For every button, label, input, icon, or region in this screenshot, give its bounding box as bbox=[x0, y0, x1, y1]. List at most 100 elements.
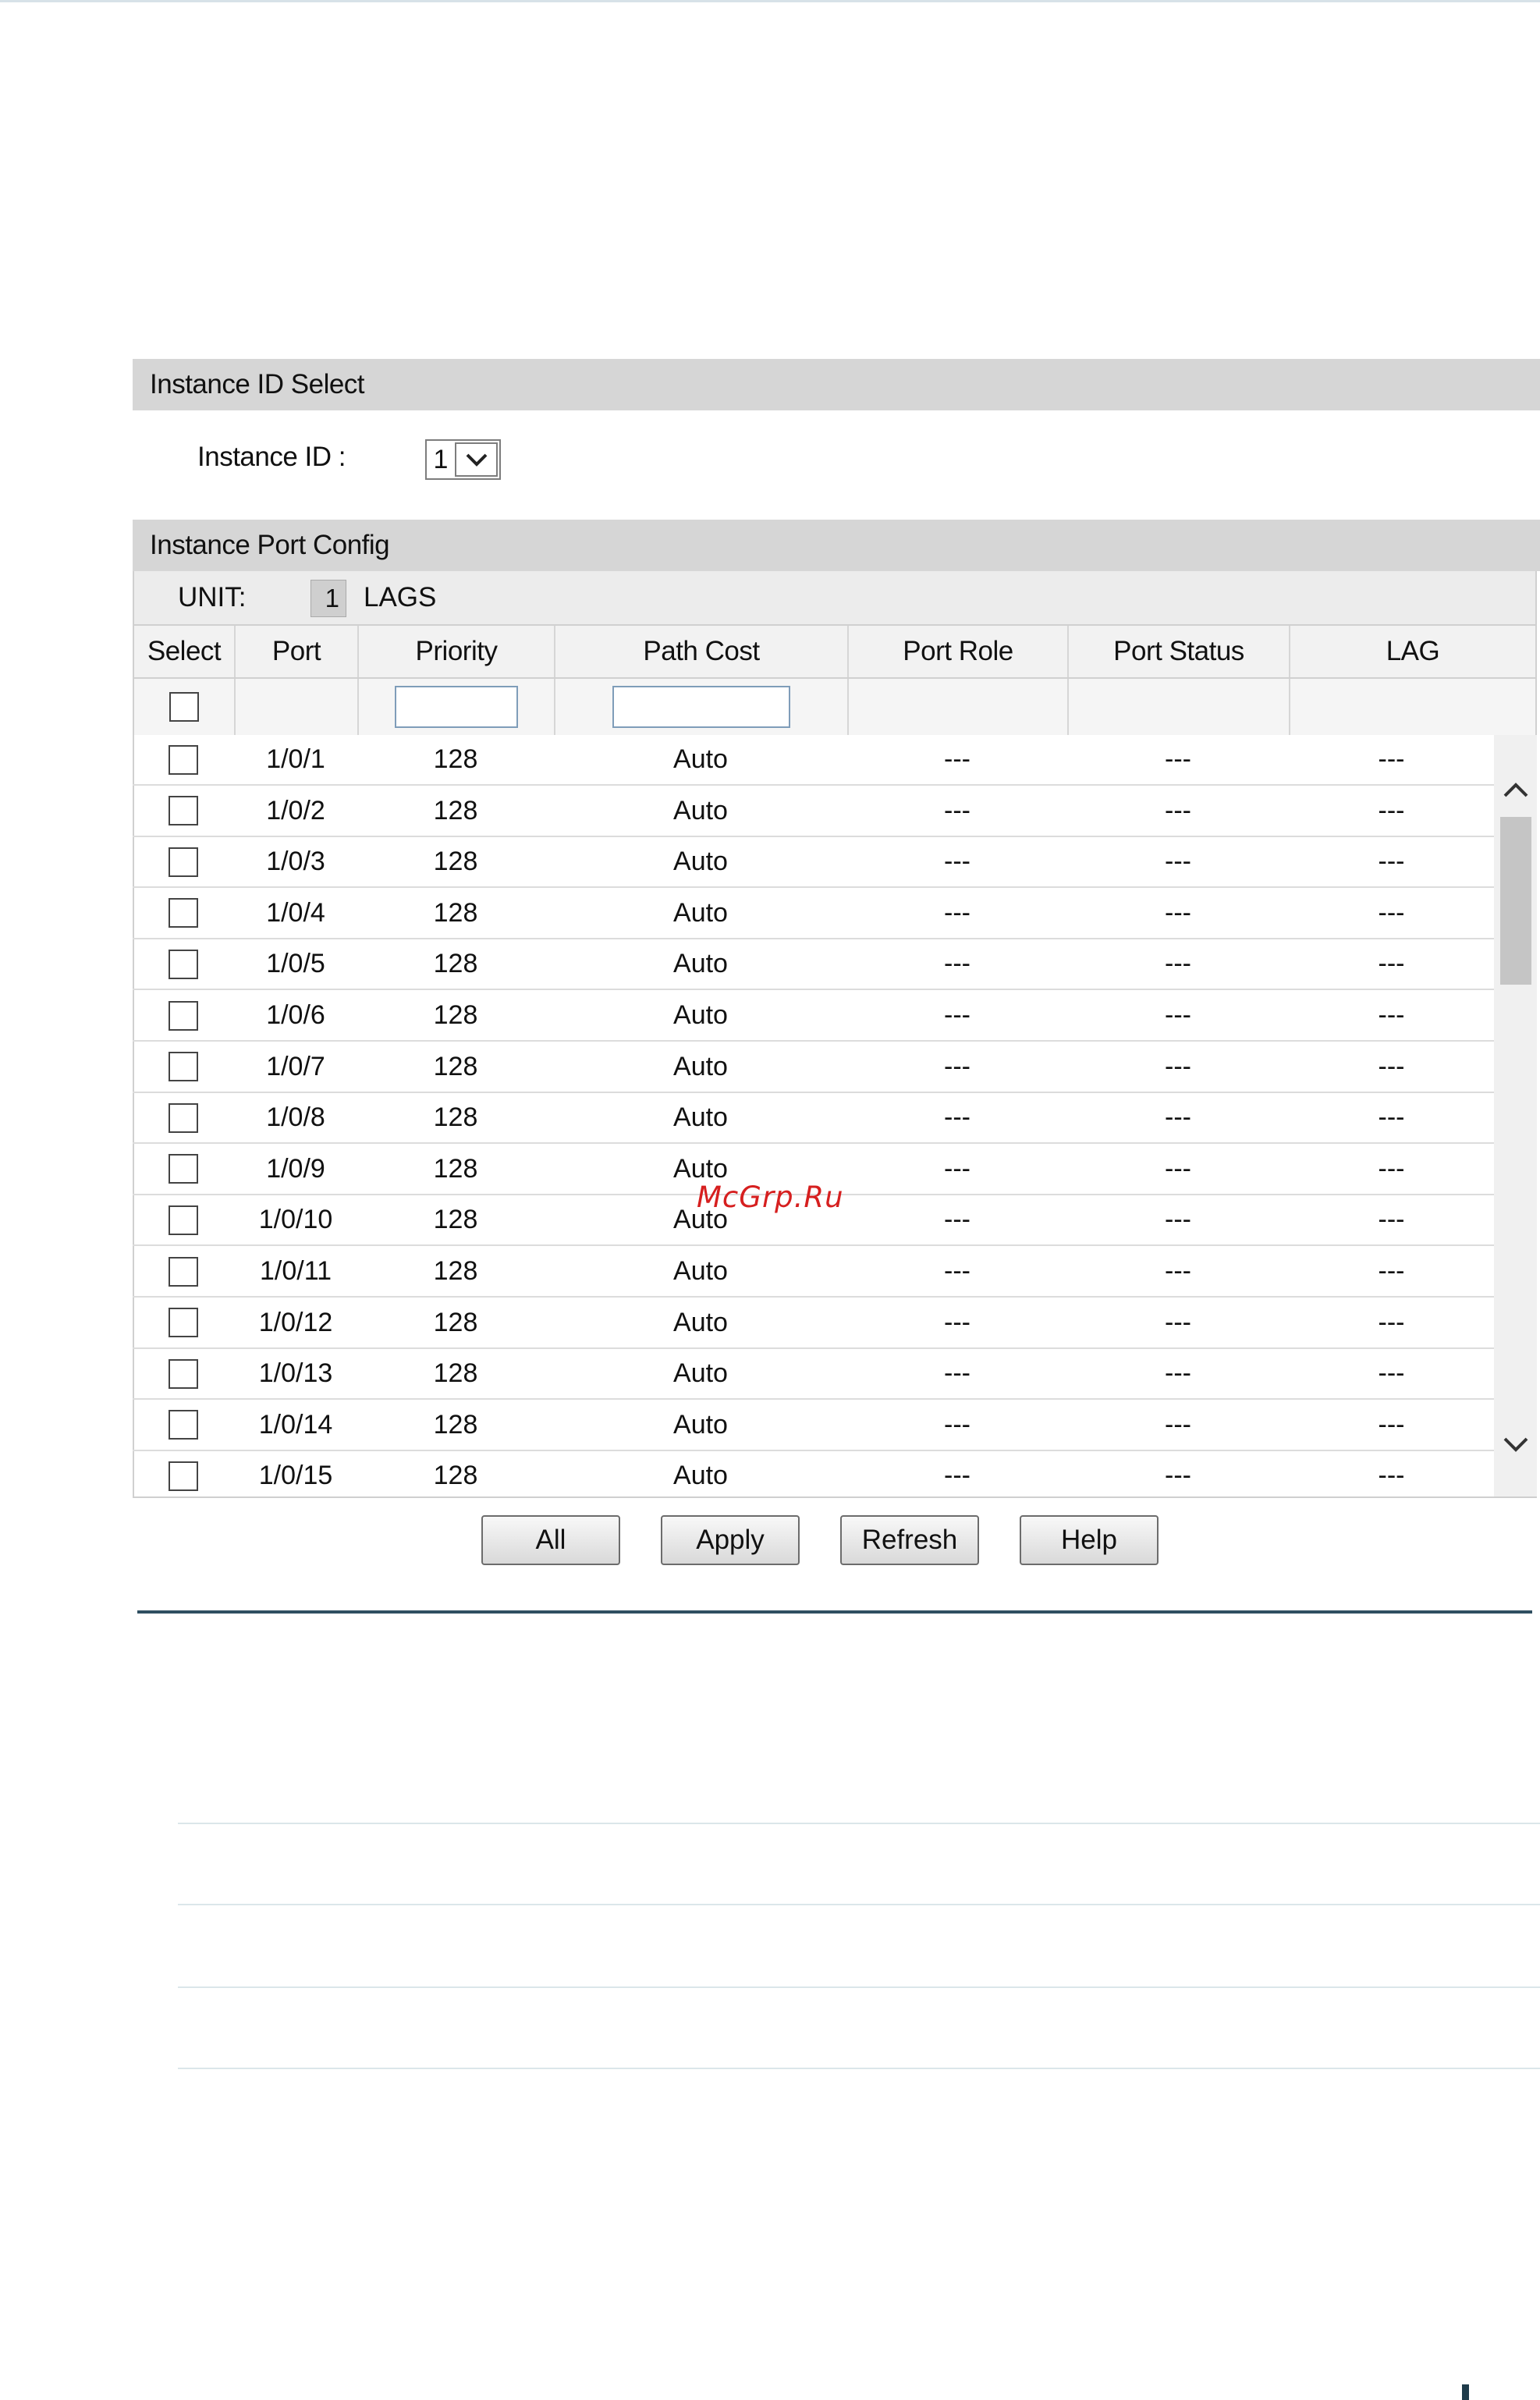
table-rule bbox=[178, 2068, 1540, 2069]
row-checkbox[interactable] bbox=[169, 1461, 198, 1491]
row-select-cell bbox=[133, 939, 234, 989]
chevron-up-icon[interactable] bbox=[1494, 766, 1537, 813]
priority-cell: 128 bbox=[433, 1461, 478, 1491]
lag-cell: --- bbox=[1378, 744, 1405, 774]
row-select-cell bbox=[133, 1145, 234, 1194]
priority-cell: 128 bbox=[433, 949, 478, 979]
lag-cell: --- bbox=[1378, 1307, 1405, 1337]
chevron-down-icon[interactable] bbox=[455, 442, 498, 477]
port-cell: 1/0/9 bbox=[266, 1153, 325, 1184]
table-header: Select Port Priority Path Cost Port Role… bbox=[133, 624, 1537, 679]
table-rule bbox=[178, 1904, 1540, 1905]
path-cost-cell: Auto bbox=[673, 1409, 728, 1440]
row-select-cell bbox=[133, 786, 234, 836]
row-checkbox[interactable] bbox=[169, 949, 198, 979]
port-role-cell: --- bbox=[944, 897, 970, 928]
row-checkbox[interactable] bbox=[169, 1308, 198, 1338]
port-role-cell: --- bbox=[944, 744, 970, 774]
lags-tab[interactable]: LAGS bbox=[364, 582, 436, 613]
scrollbar-thumb[interactable] bbox=[1500, 817, 1531, 985]
column-header-priority: Priority bbox=[359, 626, 555, 677]
lag-filter-cell bbox=[1290, 679, 1535, 735]
table-rule bbox=[178, 1823, 1540, 1824]
select-all-checkbox[interactable] bbox=[169, 692, 199, 722]
lag-cell: --- bbox=[1378, 897, 1405, 928]
path-cost-input[interactable] bbox=[612, 686, 790, 728]
port-status-cell: --- bbox=[1165, 1051, 1191, 1081]
port-role-cell: --- bbox=[944, 1051, 970, 1081]
table-row: 1/0/13 128 Auto --- --- --- bbox=[133, 1349, 1494, 1401]
refresh-button[interactable]: Refresh bbox=[840, 1515, 979, 1565]
port-cell: 1/0/3 bbox=[266, 847, 325, 877]
priority-cell: 128 bbox=[433, 1102, 478, 1133]
row-checkbox[interactable] bbox=[169, 1358, 198, 1389]
row-select-cell bbox=[133, 1401, 234, 1450]
row-checkbox[interactable] bbox=[169, 1205, 198, 1235]
lag-cell: --- bbox=[1378, 1205, 1405, 1235]
chevron-down-icon[interactable] bbox=[1494, 1422, 1537, 1468]
port-status-cell: --- bbox=[1165, 1000, 1191, 1030]
unit-label: UNIT: bbox=[178, 582, 247, 612]
port-role-cell: --- bbox=[944, 1102, 970, 1133]
port-status-cell: --- bbox=[1165, 795, 1191, 825]
section-divider bbox=[137, 1610, 1532, 1614]
port-cell: 1/0/15 bbox=[258, 1461, 333, 1491]
table-row: 1/0/4 128 Auto --- --- --- bbox=[133, 889, 1494, 939]
row-checkbox[interactable] bbox=[169, 1154, 198, 1184]
column-header-select: Select bbox=[134, 626, 236, 677]
port-status-cell: --- bbox=[1165, 1409, 1191, 1440]
table-scrollbar[interactable] bbox=[1494, 735, 1537, 1496]
lag-cell: --- bbox=[1378, 1256, 1405, 1286]
page-corner-mark bbox=[1462, 2384, 1469, 2400]
priority-cell: 128 bbox=[433, 1205, 478, 1235]
port-role-cell: --- bbox=[944, 949, 970, 979]
apply-button[interactable]: Apply bbox=[661, 1515, 800, 1565]
all-button[interactable]: All bbox=[481, 1515, 620, 1565]
unit-tab-1[interactable]: 1 bbox=[310, 580, 346, 617]
path-cost-cell: Auto bbox=[673, 744, 728, 774]
select-all-cell bbox=[134, 679, 236, 735]
row-checkbox[interactable] bbox=[169, 1000, 198, 1031]
row-checkbox[interactable] bbox=[169, 898, 198, 928]
port-status-cell: --- bbox=[1165, 1256, 1191, 1286]
port-role-cell: --- bbox=[944, 1358, 970, 1389]
path-cost-cell: Auto bbox=[673, 949, 728, 979]
port-role-cell: --- bbox=[944, 1307, 970, 1337]
path-cost-cell: Auto bbox=[673, 1051, 728, 1081]
priority-input[interactable] bbox=[395, 686, 518, 728]
row-select-cell bbox=[133, 1093, 234, 1142]
port-cell: 1/0/8 bbox=[266, 1102, 325, 1133]
priority-cell: 128 bbox=[433, 1000, 478, 1030]
port-cell: 1/0/7 bbox=[266, 1051, 325, 1081]
row-checkbox[interactable] bbox=[169, 796, 198, 826]
table-row: 1/0/3 128 Auto --- --- --- bbox=[133, 837, 1494, 889]
help-button[interactable]: Help bbox=[1020, 1515, 1159, 1565]
port-cell: 1/0/4 bbox=[266, 897, 325, 928]
port-status-filter-cell bbox=[1069, 679, 1290, 735]
filter-row bbox=[133, 679, 1537, 735]
row-checkbox[interactable] bbox=[169, 847, 198, 877]
table-row: 1/0/2 128 Auto --- --- --- bbox=[133, 786, 1494, 837]
column-header-port-status: Port Status bbox=[1069, 626, 1290, 677]
port-cell: 1/0/5 bbox=[266, 949, 325, 979]
priority-cell: 128 bbox=[433, 795, 478, 825]
port-role-filter-cell bbox=[849, 679, 1069, 735]
table-row: 1/0/11 128 Auto --- --- --- bbox=[133, 1247, 1494, 1298]
row-checkbox[interactable] bbox=[169, 1410, 198, 1440]
row-checkbox[interactable] bbox=[169, 1102, 198, 1133]
row-checkbox[interactable] bbox=[169, 744, 198, 775]
row-checkbox[interactable] bbox=[169, 1256, 198, 1287]
instance-id-select[interactable]: 1 bbox=[425, 439, 501, 480]
column-header-port-role: Port Role bbox=[849, 626, 1069, 677]
priority-cell: 128 bbox=[433, 744, 478, 774]
lag-cell: --- bbox=[1378, 1358, 1405, 1389]
table-row: 1/0/14 128 Auto --- --- --- bbox=[133, 1401, 1494, 1451]
row-checkbox[interactable] bbox=[169, 1052, 198, 1082]
priority-cell: 128 bbox=[433, 897, 478, 928]
path-cost-cell: Auto bbox=[673, 1102, 728, 1133]
instance-id-value: 1 bbox=[433, 444, 449, 474]
port-status-cell: --- bbox=[1165, 1205, 1191, 1235]
port-status-cell: --- bbox=[1165, 1102, 1191, 1133]
instance-id-select-header: Instance ID Select bbox=[133, 359, 1540, 410]
table-row: 1/0/12 128 Auto --- --- --- bbox=[133, 1298, 1494, 1349]
